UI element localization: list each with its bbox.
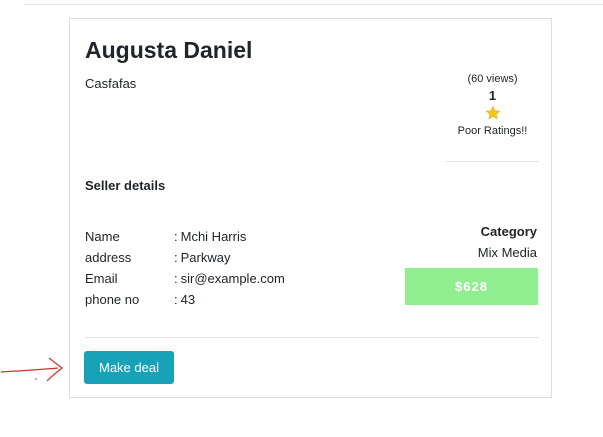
listing-title: Augusta Daniel: [85, 37, 253, 63]
rating-panel: (60 views) 1 Poor Ratings!!: [446, 72, 539, 139]
views-count: (60 views): [467, 73, 518, 85]
detail-separator: :: [174, 292, 178, 307]
detail-separator: :: [174, 250, 178, 265]
seller-details-heading: Seller details: [85, 178, 166, 193]
rating-divider: [446, 161, 539, 162]
rating-count: 1: [488, 88, 497, 103]
category-value: Mix Media: [477, 245, 537, 260]
category-heading: Category: [480, 224, 537, 239]
detail-label: phone no: [85, 292, 140, 307]
detail-label: Email: [85, 271, 118, 286]
detail-separator: :: [174, 271, 178, 286]
listing-subtitle: Casfafas: [85, 76, 137, 91]
make-deal-button[interactable]: Make deal: [84, 351, 174, 384]
detail-label: address: [85, 250, 132, 265]
detail-value: Mchi Harris: [180, 229, 247, 244]
rating-verdict: Poor Ratings!!: [457, 125, 528, 137]
seller-row-name: Name : Mchi Harris: [85, 226, 285, 247]
seller-row-address: address : Parkway: [85, 247, 285, 268]
price-badge: $628: [405, 268, 538, 305]
detail-separator: :: [174, 229, 178, 244]
listing-card: Augusta Daniel Casfafas (60 views) 1 Poo…: [69, 18, 552, 398]
detail-value: Parkway: [180, 250, 231, 265]
seller-details-list: Name : Mchi Harris address : Parkway Ema…: [85, 226, 285, 310]
arrow-right-icon: [0, 357, 63, 382]
star-icon: [485, 105, 500, 120]
footer-divider: [85, 337, 539, 338]
detail-value: sir@example.com: [180, 271, 285, 286]
seller-row-email: Email : sir@example.com: [85, 268, 285, 289]
seller-row-phone: phone no : 43: [85, 289, 285, 310]
detail-label: Name: [85, 229, 120, 244]
top-divider: [24, 4, 603, 5]
category-block: Category Mix Media: [478, 222, 537, 263]
detail-value: 43: [180, 292, 196, 307]
